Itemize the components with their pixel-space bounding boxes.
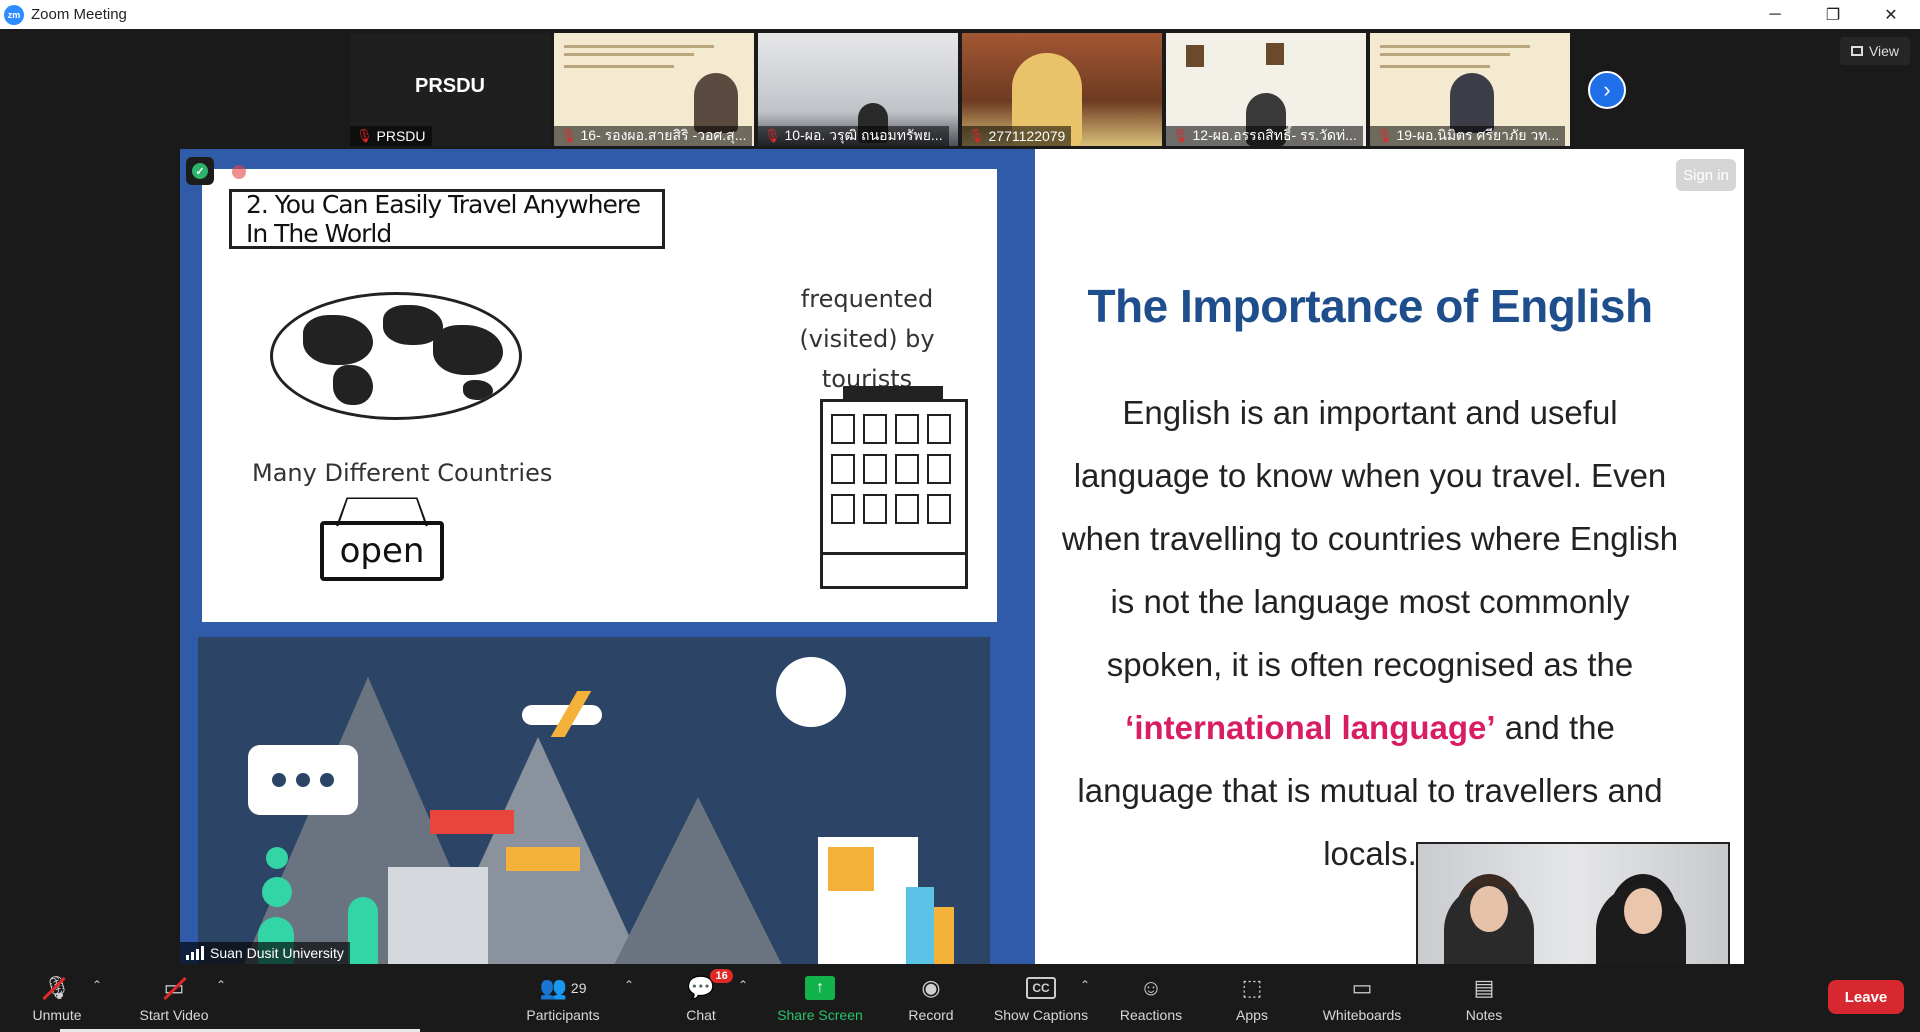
reactions-button[interactable]: ☺ Reactions xyxy=(1112,964,1190,1032)
unmute-button[interactable]: 🎙 Unmute xyxy=(22,964,92,1032)
signpost-yellow xyxy=(506,847,580,871)
view-button[interactable]: View xyxy=(1840,37,1910,65)
participant-name: 🎙 12-ผอ.อรรถสิทธิ์- รร.วัดท่... xyxy=(1166,126,1363,146)
participant-tile[interactable]: 🎙 19-ผอ.นิมิตร ศรียาภัย วท... xyxy=(1370,33,1570,146)
participants-caret-icon[interactable]: ⌃ xyxy=(624,978,634,992)
share-screen-button[interactable]: ↑ Share Screen xyxy=(770,964,870,1032)
apps-button[interactable]: ⬚ Apps xyxy=(1228,964,1276,1032)
open-sign: open xyxy=(320,521,444,581)
tourists-caption: frequented (visited) by tourists xyxy=(799,285,935,393)
apps-icon: ⬚ xyxy=(1241,975,1263,1000)
encryption-shield-icon[interactable]: ✓ xyxy=(186,157,214,185)
muted-mic-icon: 🎙 xyxy=(356,128,373,143)
whiteboards-button[interactable]: ▭ Whiteboards xyxy=(1312,964,1412,1032)
moon-icon xyxy=(776,657,846,727)
highlight-text: ‘international language’ xyxy=(1125,709,1496,746)
muted-mic-icon: 🎙 xyxy=(1376,128,1393,143)
slide-left-panel: 2. You Can Easily Travel Anywhere In The… xyxy=(180,149,1035,964)
world-map-icon xyxy=(270,292,522,420)
video-options-caret-icon[interactable]: ⌃ xyxy=(216,978,226,992)
participant-tile[interactable]: 🎙 12-ผอ.อรรถสิทธิ์- รร.วัดท่... xyxy=(1166,33,1366,146)
book-icon xyxy=(934,907,954,964)
notes-icon: ▤ xyxy=(1473,975,1495,1000)
video-camera-off-icon: ▭ xyxy=(162,973,187,1003)
muted-mic-icon: 🎙 xyxy=(560,128,577,143)
grid-icon xyxy=(1850,46,1863,56)
participant-tile[interactable]: 🎙 10-ผอ. วรุฒิ ถนอมทรัพย... xyxy=(758,33,958,146)
hotel-building-icon xyxy=(820,386,968,589)
participant-initial-label: PRSDU xyxy=(414,75,485,97)
sign-in-button[interactable]: Sign in xyxy=(1676,159,1736,191)
participant-strip: PRSDU 🎙 PRSDU 🎙 16- รองผอ.สายสิริ -วอศ.สุ.… xyxy=(350,33,1574,146)
record-icon: ◉ xyxy=(921,975,941,1000)
slide-heading: 2. You Can Easily Travel Anywhere In The… xyxy=(229,189,665,249)
chat-icon: 💬 16 xyxy=(687,969,733,1003)
signpost-red xyxy=(430,810,514,834)
participant-name: 🎙 16- รองผอ.สายสิริ -วอศ.สุ... xyxy=(554,126,753,146)
window-controls: ─ ❐ ✕ xyxy=(1746,0,1920,29)
participants-icon: 👥 29 xyxy=(539,975,587,1000)
meeting-stage: PRSDU 🎙 PRSDU 🎙 16- รองผอ.สายสิริ -วอศ.สุ.… xyxy=(0,29,1920,964)
countries-caption: Many Different Countries xyxy=(252,459,553,487)
title-bar: zm Zoom Meeting ─ ❐ ✕ xyxy=(0,0,1920,29)
shared-screen: 2. You Can Easily Travel Anywhere In The… xyxy=(180,149,1744,964)
recording-dot-icon xyxy=(232,165,246,179)
restore-button[interactable]: ❐ xyxy=(1804,0,1862,29)
mountain-shape xyxy=(608,797,788,964)
muted-mic-icon: 🎙 xyxy=(764,128,781,143)
teal-plant xyxy=(348,897,378,964)
muted-mic-icon: 🎙 xyxy=(1172,128,1189,143)
chat-caret-icon[interactable]: ⌃ xyxy=(738,978,748,992)
record-button[interactable]: ◉ Record xyxy=(896,964,966,1032)
next-page-arrow-icon[interactable]: › xyxy=(1588,71,1626,109)
whiteboard-icon: ▭ xyxy=(1351,975,1373,1000)
meeting-toolbar: 🎙 Unmute ⌃ ▭ Start Video ⌃ 👥29 Participa… xyxy=(0,964,1920,1032)
slide-body: English is an important and useful langu… xyxy=(1061,394,1679,872)
zoom-logo-icon: zm xyxy=(4,4,24,25)
participant-name: 🎙 PRSDU xyxy=(350,126,432,146)
slide-title: The Importance of English xyxy=(1087,280,1653,332)
close-button[interactable]: ✕ xyxy=(1862,0,1920,29)
document-icon xyxy=(818,837,918,964)
door-shape xyxy=(388,867,488,964)
book-icon xyxy=(906,887,934,964)
teal-dot xyxy=(262,877,292,907)
participant-name: 🎙 2771122079 xyxy=(962,126,1072,146)
share-screen-icon: ↑ xyxy=(805,973,835,1003)
participant-tile[interactable]: 🎙 2771122079 xyxy=(962,33,1162,146)
show-captions-button[interactable]: CC Show Captions xyxy=(986,964,1096,1032)
participant-name: 🎙 19-ผอ.นิมิตร ศรียาภัย วท... xyxy=(1370,126,1566,146)
smiley-icon: ☺ xyxy=(1139,975,1163,1000)
participants-button[interactable]: 👥 29 Participants xyxy=(518,964,608,1032)
signal-bars-icon xyxy=(186,946,204,960)
participant-name: 🎙 10-ผอ. วรุฒิ ถนอมทรัพย... xyxy=(758,126,949,146)
minimize-button[interactable]: ─ xyxy=(1746,0,1804,29)
captions-icon: CC xyxy=(1026,973,1056,1003)
active-speaker-label: Suan Dusit University xyxy=(180,942,350,964)
participant-tile[interactable]: 🎙 16- รองผอ.สายสิริ -วอศ.สุ... xyxy=(554,33,754,146)
chat-button[interactable]: 💬 16 Chat xyxy=(676,964,733,1032)
chat-badge: 16 xyxy=(710,969,733,983)
muted-mic-icon: 🎙 xyxy=(968,128,985,143)
speech-bubble-icon xyxy=(248,745,358,815)
start-video-button[interactable]: ▭ Start Video xyxy=(132,964,216,1032)
audio-options-caret-icon[interactable]: ⌃ xyxy=(92,978,102,992)
teal-dot xyxy=(266,847,288,869)
participant-video xyxy=(1450,73,1494,133)
presenter-camera-overlay xyxy=(1416,842,1730,964)
captions-caret-icon[interactable]: ⌃ xyxy=(1080,978,1090,992)
slide-card-travel: 2. You Can Easily Travel Anywhere In The… xyxy=(202,169,997,622)
notes-button[interactable]: ▤ Notes xyxy=(1456,964,1512,1032)
microphone-muted-icon: 🎙 xyxy=(42,973,71,1003)
participant-tile[interactable]: PRSDU 🎙 PRSDU xyxy=(350,33,550,146)
slide-card-illustration xyxy=(198,637,990,964)
window-title: Zoom Meeting xyxy=(31,6,127,23)
leave-button[interactable]: Leave xyxy=(1828,980,1904,1014)
participant-video xyxy=(694,73,738,133)
